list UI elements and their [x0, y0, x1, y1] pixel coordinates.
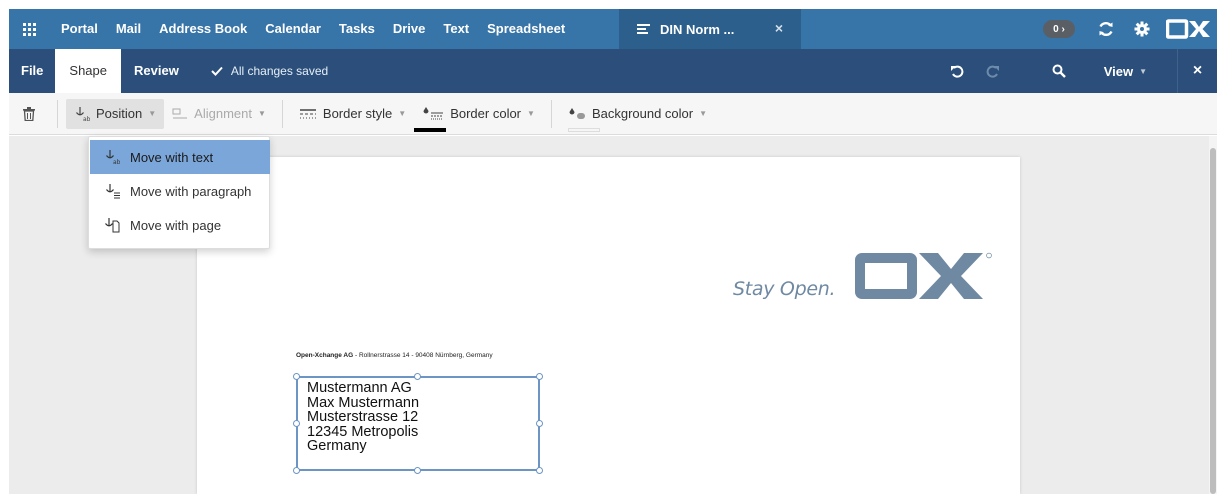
apps-grid-icon[interactable] — [9, 9, 49, 49]
alignment-label: Alignment — [194, 106, 252, 121]
address-line: 12345 Metropolis — [307, 423, 419, 440]
border-style-dropdown[interactable]: Border style ▼ — [291, 99, 414, 129]
menu-item-label: Move with page — [130, 217, 222, 233]
fill-color-icon — [568, 107, 586, 121]
border-color-icon — [422, 106, 444, 122]
border-style-icon — [299, 107, 317, 121]
tab-shape[interactable]: Shape — [55, 49, 121, 93]
application-toolbar: File Shape Review All changes saved View… — [9, 49, 1217, 93]
nav-tasks[interactable]: Tasks — [330, 9, 384, 49]
resize-handle-top-left[interactable] — [293, 373, 300, 380]
toolbar-divider — [281, 99, 283, 128]
top-navigation-bar: Portal Mail Address Book Calendar Tasks … — [9, 9, 1217, 49]
tab-file[interactable]: File — [9, 49, 55, 93]
search-icon[interactable] — [1044, 49, 1074, 93]
resize-handle-left[interactable] — [293, 420, 300, 427]
resize-handle-top-right[interactable] — [536, 373, 543, 380]
notification-badge[interactable]: 0 › — [1043, 20, 1075, 38]
border-style-label: Border style — [322, 106, 393, 121]
address-line: Mustermann AG — [307, 380, 412, 396]
nav-address-book[interactable]: Address Book — [150, 9, 256, 49]
chevron-down-icon: ▼ — [527, 109, 535, 118]
resize-handle-bottom-right[interactable] — [536, 467, 543, 474]
ox-brand-logo — [855, 252, 995, 305]
chevron-down-icon: ▼ — [257, 109, 266, 118]
redo-icon[interactable] — [978, 49, 1008, 93]
resize-handle-bottom[interactable] — [414, 467, 421, 474]
shape-formatting-toolbar: ab Position ▼ Alignment ▼ Border style ▼… — [9, 93, 1217, 135]
nav-spreadsheet[interactable]: Spreadsheet — [478, 9, 574, 49]
svg-text:ab: ab — [113, 159, 120, 165]
svg-text:ab: ab — [83, 116, 90, 122]
anchor-page-icon — [104, 217, 122, 233]
menu-item-move-with-page[interactable]: Move with page — [90, 208, 270, 242]
background-color-label: Background color — [591, 106, 694, 121]
document-tab[interactable]: DIN Norm ... × — [619, 9, 801, 49]
resize-handle-bottom-left[interactable] — [293, 467, 300, 474]
trash-icon — [23, 106, 35, 121]
gear-icon[interactable] — [1129, 9, 1155, 49]
background-color-dropdown[interactable]: Background color ▼ — [560, 99, 715, 132]
view-menu-button[interactable]: View ▼ — [1104, 64, 1147, 79]
anchor-paragraph-icon — [104, 183, 122, 199]
delete-shape-button[interactable] — [9, 106, 49, 121]
toolbar-divider — [550, 99, 552, 128]
toolbar-divider — [57, 99, 58, 128]
menu-item-label: Move with text — [130, 149, 214, 165]
nav-mail[interactable]: Mail — [107, 9, 150, 49]
menu-item-label: Move with paragraph — [130, 183, 252, 199]
close-tab-icon[interactable]: × — [775, 20, 783, 36]
sender-line: Open-Xchange AG - Rollnerstrasse 14 - 90… — [296, 352, 493, 359]
nav-drive[interactable]: Drive — [384, 9, 435, 49]
scrollbar-thumb[interactable] — [1210, 148, 1216, 494]
address-line: Max Mustermann — [307, 394, 420, 411]
menu-item-move-with-paragraph[interactable]: Move with paragraph — [90, 174, 270, 208]
alignment-dropdown[interactable]: Alignment ▼ — [164, 99, 274, 129]
chevron-down-icon: ▼ — [699, 109, 708, 118]
anchor-text-icon: ab — [104, 149, 122, 165]
checkmark-icon — [211, 66, 223, 76]
border-color-dropdown[interactable]: Border color ▼ — [414, 99, 543, 132]
resize-handle-right[interactable] — [536, 420, 543, 427]
ox-logo-icon[interactable] — [1165, 9, 1213, 49]
nav-portal[interactable]: Portal — [49, 9, 107, 49]
sender-company: Open-Xchange AG — [296, 352, 354, 359]
chevron-down-icon: ▼ — [1139, 66, 1147, 76]
view-menu-label: View — [1103, 63, 1134, 79]
resize-handle-top[interactable] — [414, 373, 421, 380]
background-color-swatch — [567, 127, 600, 132]
vertical-scrollbar[interactable] — [1209, 136, 1217, 494]
chevron-down-icon: ▼ — [148, 109, 157, 118]
position-label: Position — [96, 106, 143, 121]
alignment-icon — [172, 107, 188, 121]
menu-item-move-with-text[interactable]: ab Move with text — [90, 140, 270, 174]
address-shape[interactable]: Mustermann AG Max Mustermann Musterstras… — [296, 376, 540, 471]
border-color-swatch — [414, 127, 447, 132]
chevron-down-icon: ▼ — [398, 109, 407, 118]
border-color-label: Border color — [450, 106, 522, 121]
address-text[interactable]: Mustermann AG Max Mustermann Musterstras… — [307, 381, 419, 454]
address-line: Germany — [307, 438, 367, 454]
refresh-icon[interactable] — [1093, 9, 1119, 49]
address-line: Musterstrasse 12 — [307, 409, 419, 425]
nav-calendar[interactable]: Calendar — [256, 9, 330, 49]
sender-address: - Rollnerstrasse 14 - 90408 Nürnberg, Ge… — [353, 352, 493, 359]
text-document-icon — [637, 22, 650, 36]
nav-text[interactable]: Text — [434, 9, 478, 49]
close-document-button[interactable]: × — [1177, 49, 1217, 93]
slogan-text: Stay Open. — [733, 278, 836, 300]
position-dropdown-menu: ab Move with text Move with paragraph Mo… — [88, 136, 270, 249]
save-status-text: All changes saved — [230, 64, 329, 78]
document-tab-title: DIN Norm ... — [660, 21, 735, 37]
anchor-icon: ab — [74, 106, 90, 122]
position-dropdown[interactable]: ab Position ▼ — [66, 98, 165, 129]
save-status: All changes saved — [211, 64, 328, 78]
undo-icon[interactable] — [942, 49, 972, 93]
tab-review[interactable]: Review — [121, 49, 192, 93]
